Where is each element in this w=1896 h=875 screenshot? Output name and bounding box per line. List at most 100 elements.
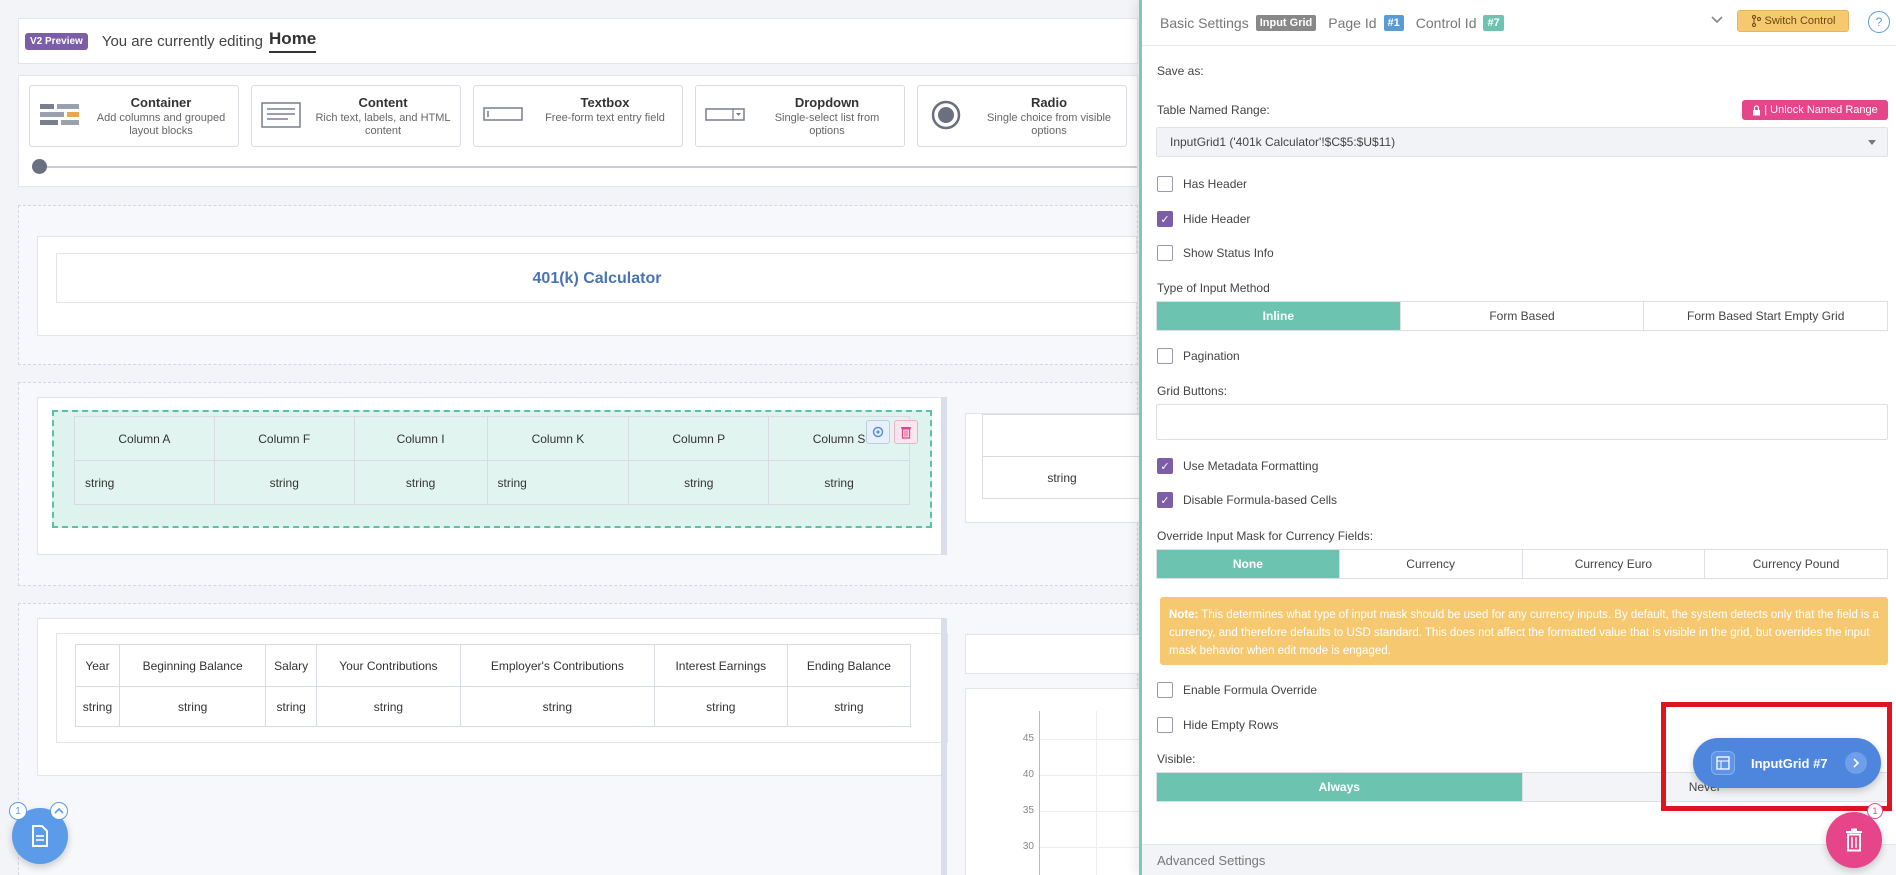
page-id-label: Page Id [1328, 14, 1377, 31]
palette-scroll-knob[interactable] [32, 159, 47, 174]
panel-title: Basic Settings [1160, 14, 1249, 31]
disable-formula-checkbox[interactable]: ✓ Disable Formula-based Cells [1157, 492, 1337, 508]
grid-cell[interactable]: string [459, 686, 655, 727]
enable-formula-override-checkbox[interactable]: Enable Formula Override [1157, 682, 1317, 698]
show-status-checkbox[interactable]: Show Status Info [1157, 245, 1274, 261]
canvas-section-results[interactable]: Year Beginning Balance Salary Your Contr… [18, 603, 1140, 875]
switch-control-button[interactable]: Switch Control [1737, 10, 1849, 32]
results-grid-block[interactable]: Year Beginning Balance Salary Your Contr… [56, 633, 948, 743]
editor-top-bar: V2 Preview You are currently editing Hom… [18, 18, 1138, 64]
pagination-checkbox[interactable]: Pagination [1157, 348, 1240, 364]
column-resize-handle[interactable] [941, 397, 947, 555]
grid-buttons-input[interactable] [1156, 404, 1888, 440]
palette-title: Container [130, 95, 192, 110]
grid-cell[interactable]: string [118, 686, 267, 727]
show-status-label: Show Status Info [1183, 246, 1274, 260]
selected-input-grid[interactable]: Column A Column F Column I Column K Colu… [52, 410, 932, 528]
hide-empty-rows-checkbox[interactable]: Hide Empty Rows [1157, 717, 1278, 733]
switch-control-label: Switch Control [1764, 15, 1836, 27]
y-tick-label: 45 [1022, 733, 1034, 744]
grid-cell[interactable]: string [653, 686, 788, 727]
checkbox-box-checked[interactable]: ✓ [1157, 211, 1173, 227]
grid-cell[interactable]: string [265, 686, 318, 727]
title-content-block[interactable]: 401(k) Calculator [56, 253, 1138, 303]
input-method-form-empty[interactable]: Form Based Start Empty Grid [1644, 302, 1888, 330]
mask-currency[interactable]: Currency [1339, 550, 1523, 578]
palette-item-radio[interactable]: Radio Single choice from visible options [917, 85, 1127, 147]
chart-gridline [1096, 711, 1097, 875]
grid-cell[interactable]: string [982, 456, 1142, 499]
grid-cell[interactable]: string [213, 460, 355, 505]
checkbox-box[interactable] [1157, 176, 1173, 192]
palette-title: Textbox [580, 95, 630, 110]
grid-header-cell: Interest Earnings [653, 644, 788, 687]
unlock-named-range-label: | Unlock Named Range [1764, 104, 1878, 116]
grid-cell[interactable]: string [316, 686, 461, 727]
grid-cell[interactable]: string [486, 460, 630, 505]
grid-header-cell: Your Contributions [316, 644, 461, 687]
delete-count-badge: 1 [1867, 803, 1883, 819]
grid-header-cell [982, 414, 1142, 457]
input-method-inline[interactable]: Inline [1157, 302, 1401, 330]
checkbox-box[interactable] [1157, 348, 1173, 364]
checkbox-box-checked[interactable]: ✓ [1157, 492, 1173, 508]
chart-gridline [1040, 775, 1140, 776]
currency-note: Note: This determines what type of input… [1160, 597, 1888, 665]
named-range-select[interactable]: InputGrid1 ('401k Calculator'!$C$5:$U$11… [1156, 127, 1888, 157]
chart-block[interactable]: 45 40 35 30 [965, 688, 1140, 875]
y-tick-label: 30 [1022, 841, 1034, 852]
help-icon[interactable]: ? [1868, 11, 1890, 33]
unlock-named-range-button[interactable]: | Unlock Named Range [1742, 100, 1888, 120]
page-name-tab[interactable]: Home [269, 29, 317, 53]
has-header-checkbox[interactable]: Has Header [1157, 176, 1247, 192]
hide-header-checkbox[interactable]: ✓ Hide Header [1157, 211, 1250, 227]
palette-desc: Single choice from visible options [986, 112, 1112, 137]
collapse-chevron-icon[interactable] [1707, 12, 1727, 32]
column-resize-handle[interactable] [941, 618, 947, 875]
input-method-label: Type of Input Method [1157, 281, 1270, 295]
y-tick-label: 35 [1022, 805, 1034, 816]
document-icon [32, 825, 48, 847]
palette-item-container[interactable]: Container Add columns and grouped layout… [29, 85, 239, 147]
advanced-settings-header[interactable]: Advanced Settings [1142, 844, 1896, 875]
checkbox-box[interactable] [1157, 682, 1173, 698]
mask-none[interactable]: None [1157, 550, 1340, 578]
input-grid-table: Column A Column F Column I Column K Colu… [74, 416, 910, 505]
grid-cell[interactable]: string [74, 460, 215, 505]
use-metadata-label: Use Metadata Formatting [1183, 459, 1319, 473]
right-grid-table: string [982, 414, 1142, 499]
branch-icon [1751, 15, 1761, 27]
grid-cell[interactable]: string [628, 460, 770, 505]
chart-gridline [1040, 847, 1140, 848]
palette-item-content[interactable]: Content Rich text, labels, and HTML cont… [251, 85, 461, 147]
grid-delete-button[interactable] [894, 420, 918, 444]
palette-scroll-track[interactable] [37, 166, 1137, 168]
checkbox-box[interactable] [1157, 717, 1173, 733]
grid-cell[interactable]: string [75, 686, 120, 727]
canvas-section-title[interactable]: 401(k) Calculator [18, 205, 1138, 365]
input-method-form-based[interactable]: Form Based [1400, 302, 1645, 330]
advanced-settings-label: Advanced Settings [1157, 852, 1266, 868]
delete-fab-button[interactable] [1826, 812, 1882, 868]
grid-cell[interactable]: string [786, 686, 912, 727]
palette-item-textbox[interactable]: Textbox Free-form text entry field [473, 85, 683, 147]
lock-icon [1753, 104, 1761, 115]
grid-cell[interactable]: string [768, 460, 910, 505]
grid-settings-button[interactable] [866, 420, 890, 444]
chevron-up-icon[interactable] [50, 802, 68, 820]
has-header-label: Has Header [1183, 177, 1248, 191]
grid-header-cell: Beginning Balance [118, 644, 267, 687]
checkbox-box-checked[interactable]: ✓ [1157, 458, 1173, 474]
grid-cell[interactable]: string [353, 460, 488, 505]
visible-always[interactable]: Always [1157, 773, 1523, 801]
trash-icon [1846, 828, 1862, 852]
gear-icon [872, 426, 884, 438]
mask-currency-pound[interactable]: Currency Pound [1705, 550, 1887, 578]
checkbox-box[interactable] [1157, 245, 1173, 261]
grid-header-cell: Column K [486, 416, 630, 461]
mask-currency-euro[interactable]: Currency Euro [1522, 550, 1706, 578]
palette-item-dropdown[interactable]: Dropdown Single-select list from options [695, 85, 905, 147]
disable-formula-label: Disable Formula-based Cells [1183, 493, 1338, 507]
override-mask-label: Override Input Mask for Currency Fields: [1157, 529, 1374, 543]
use-metadata-checkbox[interactable]: ✓ Use Metadata Formatting [1157, 458, 1318, 474]
